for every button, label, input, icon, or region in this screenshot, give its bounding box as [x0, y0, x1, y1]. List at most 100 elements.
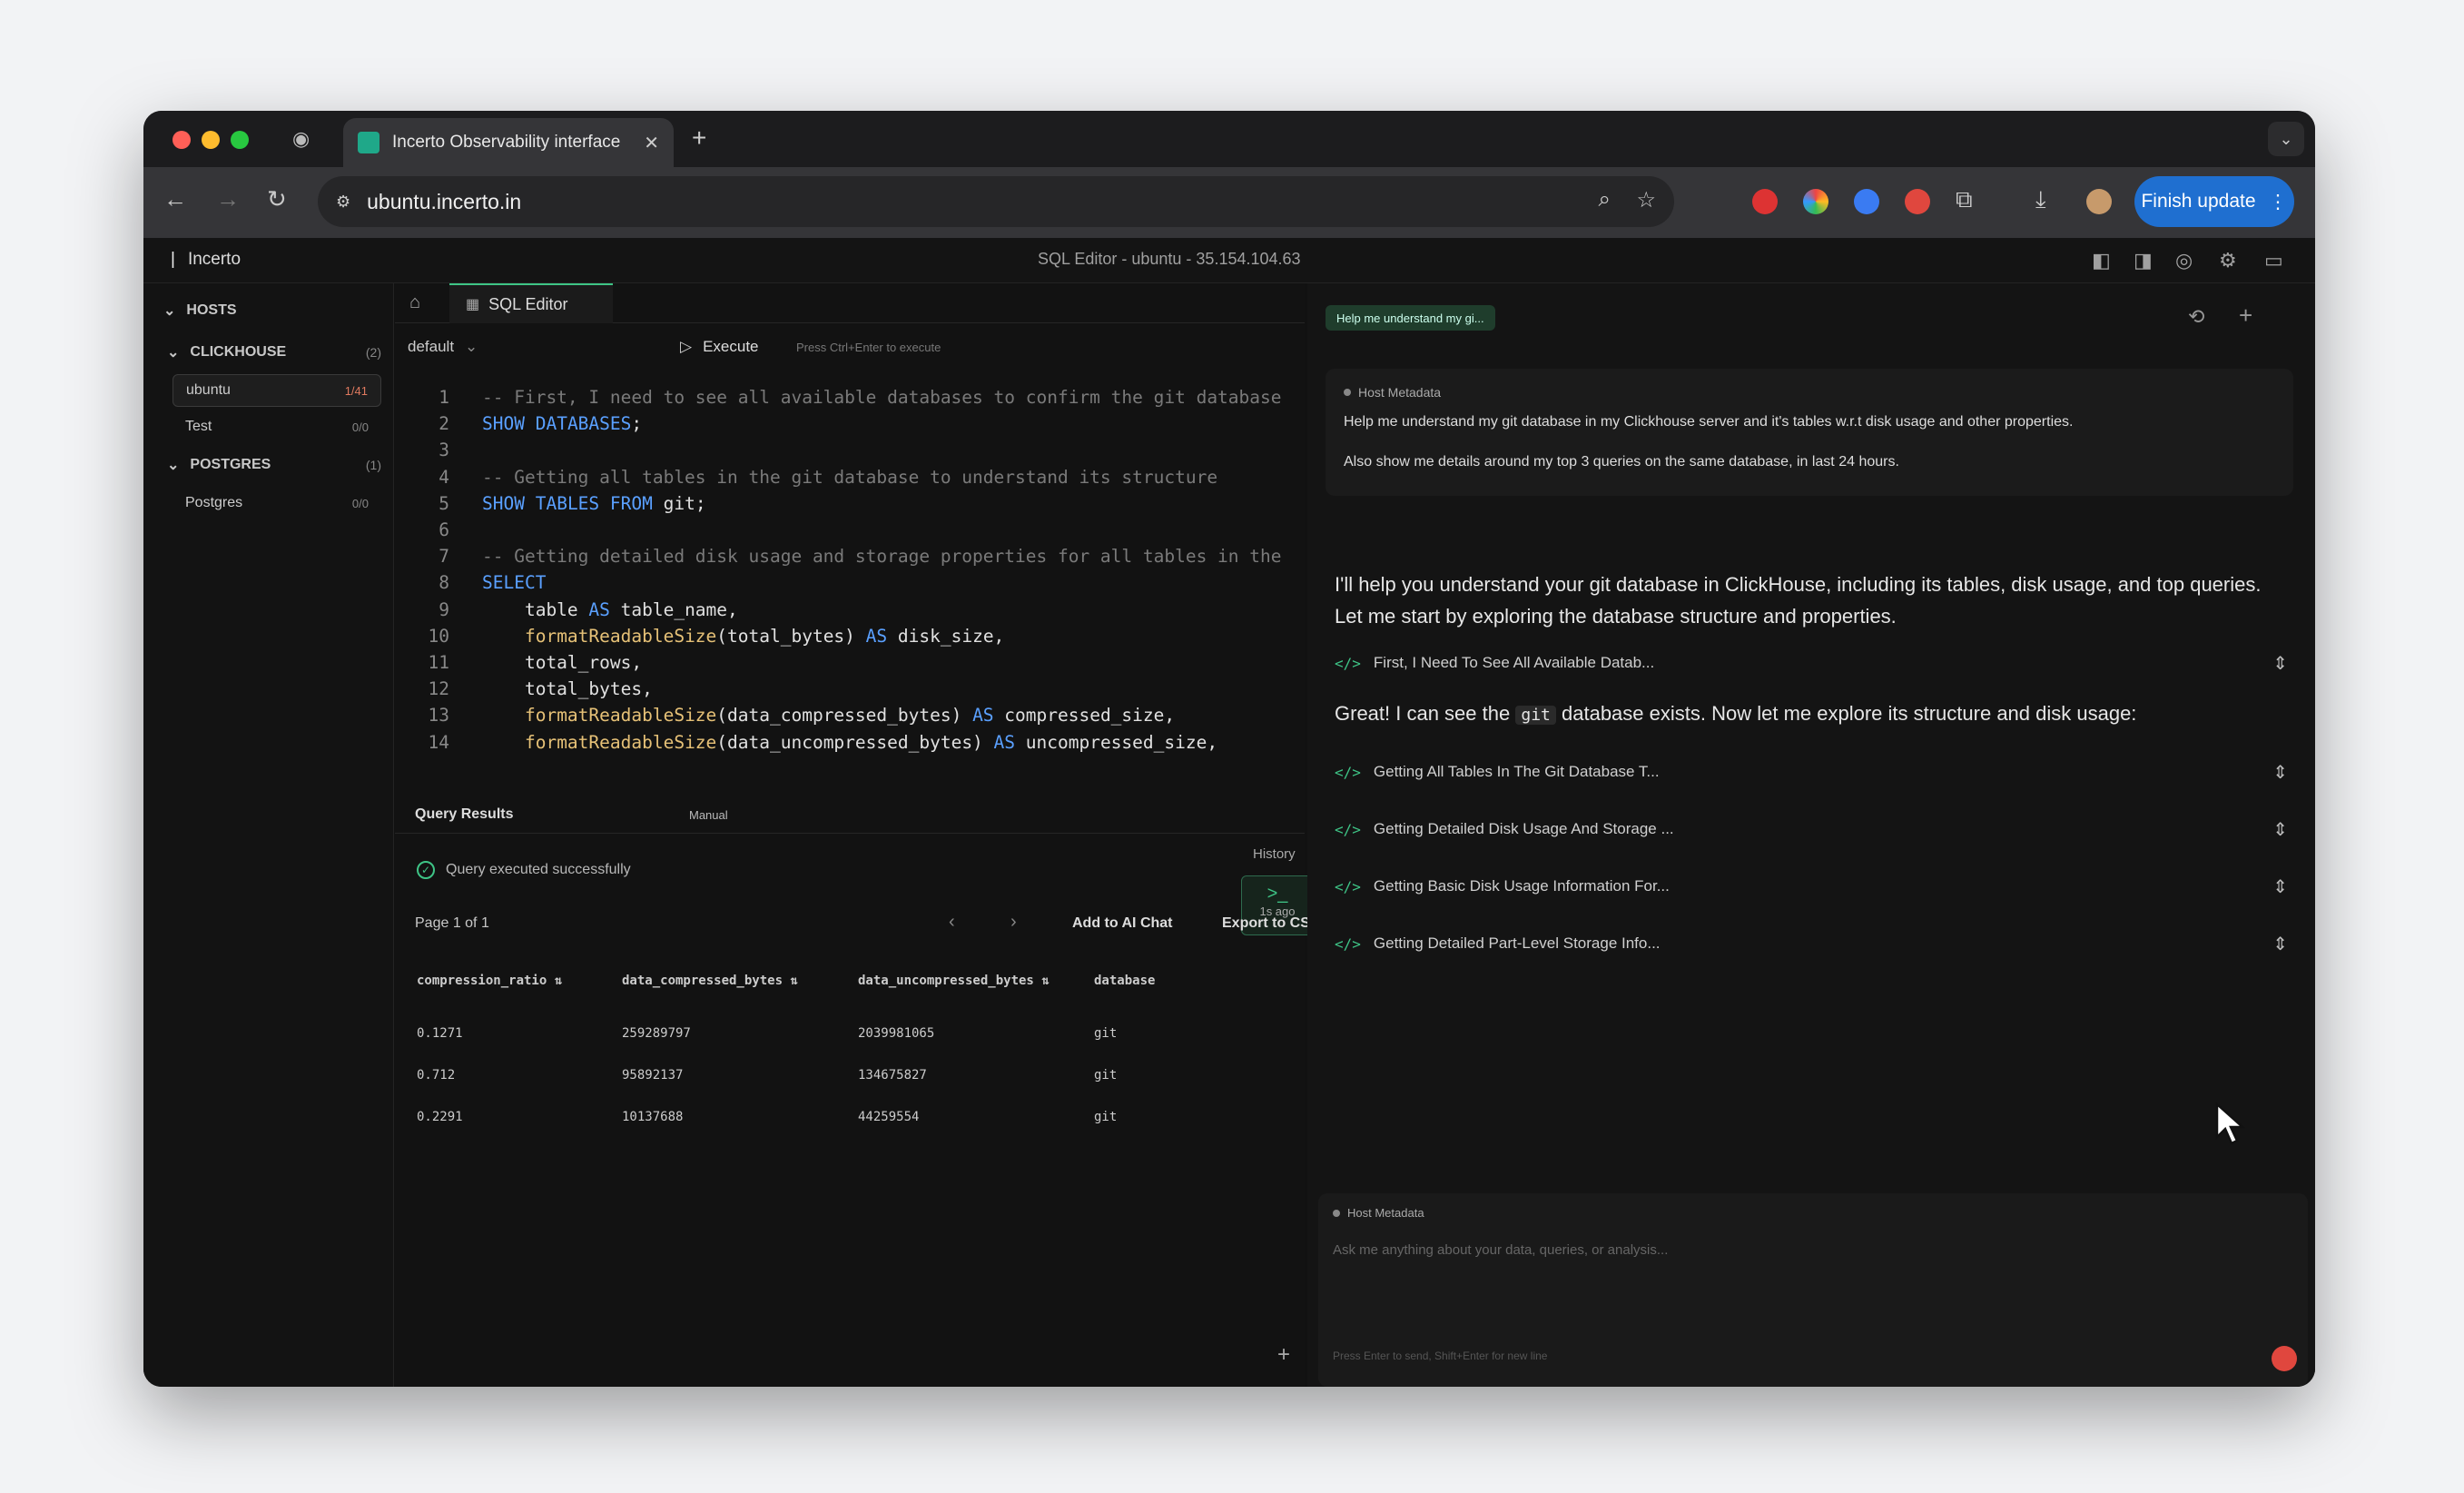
minimize-window-button[interactable] [202, 131, 220, 149]
home-icon[interactable]: ⌂ [409, 292, 420, 313]
tab-search-chevron-icon[interactable]: ⌄ [2268, 122, 2304, 156]
add-icon[interactable]: + [1277, 1342, 1290, 1368]
line-number: 1 [439, 387, 449, 408]
close-window-button[interactable] [172, 131, 191, 149]
reload-icon[interactable]: ↻ [267, 185, 287, 213]
tool-step-2[interactable]: </> Getting All Tables In The Git Databas… [1335, 756, 2288, 788]
bookmark-star-icon[interactable]: ☆ [1636, 187, 1656, 213]
next-page-icon[interactable]: › [1010, 912, 1017, 933]
more-vert-icon: ⋮ [2268, 191, 2288, 213]
tab-manual[interactable]: Manual [689, 808, 728, 822]
app-root: | Incerto SQL Editor - ubuntu - 35.154.10… [143, 238, 2315, 1387]
page-indicator: Page 1 of 1 [415, 915, 489, 931]
forward-icon[interactable]: → [216, 185, 240, 213]
check-circle-icon: ✓ [417, 861, 435, 879]
column-header-data_uncompressed_bytes[interactable]: data_uncompressed_bytes ⇅ [858, 974, 1050, 988]
input-hint: Press Enter to send, Shift+Enter for new… [1333, 1350, 1548, 1362]
pagination-bar: Page 1 of 1 ‹ › Add to AI Chat Export to… [395, 901, 1320, 946]
export-csv-button[interactable]: Export to CSV [1222, 915, 1320, 932]
line-number: 12 [428, 678, 449, 700]
tool-step-3[interactable]: </> Getting Detailed Disk Usage And Stora… [1335, 813, 2288, 845]
chat-input-placeholder[interactable]: Ask me anything about your data, queries… [1333, 1242, 1668, 1258]
column-header-database[interactable]: database [1094, 974, 1155, 988]
code-line: formatReadableSize(data_compressed_bytes… [524, 705, 1176, 727]
tool-step-1[interactable]: </> First, I Need To See All Available D… [1335, 647, 2288, 679]
record-icon[interactable]: ◉ [292, 127, 310, 151]
host-name: Postgres [185, 495, 243, 510]
line-number: 8 [439, 572, 449, 594]
zoom-icon[interactable]: ⌕ [1599, 187, 1611, 213]
extension-pdf-icon[interactable] [1905, 189, 1930, 214]
table-cell: 0.2291 [417, 1110, 463, 1124]
url-text: ubuntu.incerto.in [367, 189, 522, 213]
add-to-ai-chat-button[interactable]: Add to AI Chat [1072, 915, 1173, 932]
assistant-reply-2: Great! I can see the git database exists… [1335, 702, 2137, 725]
panel-left-icon[interactable]: ◧ [2092, 249, 2111, 272]
tool-step-5[interactable]: </> Getting Detailed Part-Level Storage I… [1335, 927, 2288, 960]
section-postgres[interactable]: ⌄ POSTGRES (1) [167, 456, 381, 474]
column-header-compression_ratio[interactable]: compression_ratio ⇅ [417, 974, 562, 988]
mouse-cursor-icon [2215, 1102, 2246, 1145]
tool-step-4[interactable]: </> Getting Basic Disk Usage Information … [1335, 870, 2288, 903]
send-icon[interactable] [2272, 1346, 2297, 1371]
url-bar[interactable]: ⚙ ubuntu.incerto.in ⌕ ☆ [318, 176, 1674, 227]
table-cell: 259289797 [622, 1026, 691, 1041]
incerto-favicon-icon [358, 132, 379, 153]
host-postgres[interactable]: Postgres 0/0 [172, 487, 381, 519]
tab-sql-editor[interactable]: ▦ SQL Editor [449, 283, 613, 323]
prev-page-icon[interactable]: ‹ [949, 912, 955, 933]
chat-session-chip[interactable]: Help me understand my gi... [1326, 305, 1495, 331]
chat-icon[interactable]: ▭ [2264, 249, 2283, 272]
hosts-header[interactable]: ⌄ HOSTS [163, 302, 378, 320]
new-chat-icon[interactable]: + [2239, 302, 2252, 330]
database-select[interactable]: default ⌄ [408, 338, 478, 356]
extension-chrome-icon[interactable] [1803, 189, 1828, 214]
code-editor[interactable]: 1 -- First, I need to see all available d… [395, 380, 1305, 779]
browser-tab[interactable]: Incerto Observability interface ✕ [343, 118, 674, 167]
close-tab-icon[interactable]: ✕ [644, 132, 659, 154]
section-clickhouse[interactable]: ⌄ CLICKHOUSE (2) [167, 343, 381, 361]
execute-label: Execute [703, 338, 759, 355]
host-count: 0/0 [351, 420, 369, 434]
extension-blue-icon[interactable] [1854, 189, 1879, 214]
sidebar: ⌄ HOSTS ⌄ CLICKHOUSE (2) ubuntu 1/41 Tes… [143, 283, 394, 1387]
chevron-down-icon: ⌄ [465, 338, 478, 355]
section-count: (1) [365, 458, 381, 472]
chevron-down-icon: ⌄ [167, 345, 180, 361]
finish-update-button[interactable]: Finish update ⋮ [2134, 176, 2294, 227]
app-brand: | Incerto [171, 250, 241, 269]
chat-input-box[interactable]: Host Metadata Ask me anything about your… [1318, 1193, 2308, 1387]
line-number: 6 [439, 519, 449, 540]
expand-icon: ⇕ [2272, 762, 2288, 783]
host-name: Test [185, 419, 212, 434]
tab-bar: ◉ Incerto Observability interface ✕ + ⌄ [143, 111, 2315, 167]
user-icon[interactable]: ◎ [2175, 249, 2193, 272]
hosts-label: HOSTS [186, 302, 237, 318]
step-label: First, I Need To See All Available Datab… [1373, 654, 1655, 671]
table-cell: 0.712 [417, 1068, 456, 1083]
execute-button[interactable]: ▷ Execute [680, 338, 759, 356]
back-icon[interactable]: ← [163, 185, 187, 213]
line-number: 14 [428, 731, 449, 753]
code-icon: </> [1335, 763, 1361, 781]
download-icon[interactable]: ⤓ [2035, 185, 2046, 214]
extension-red-icon[interactable] [1752, 189, 1778, 214]
section-name: POSTGRES [190, 457, 271, 472]
history-icon[interactable]: ⟲ [2188, 305, 2204, 329]
profile-avatar[interactable] [2086, 189, 2112, 214]
code-line: formatReadableSize(total_bytes) AS disk_… [524, 625, 1005, 647]
table-icon: ▦ [466, 297, 480, 312]
settings-gear-icon[interactable]: ⚙ [2219, 249, 2237, 272]
zoom-window-button[interactable] [231, 131, 249, 149]
extensions-puzzle-icon[interactable]: ⧉ [1956, 185, 1973, 214]
section-name: CLICKHOUSE [190, 344, 287, 360]
host-test[interactable]: Test 0/0 [172, 410, 381, 443]
column-header-data_compressed_bytes[interactable]: data_compressed_bytes ⇅ [622, 974, 798, 988]
new-tab-icon[interactable]: + [692, 124, 706, 153]
host-ubuntu[interactable]: ubuntu 1/41 [172, 374, 381, 407]
site-settings-icon[interactable]: ⚙ [336, 193, 350, 212]
app-header: | Incerto SQL Editor - ubuntu - 35.154.10… [143, 238, 2315, 283]
tab-query-results[interactable]: Query Results [415, 806, 513, 823]
panel-right-icon[interactable]: ◨ [2134, 249, 2153, 272]
ai-chat-panel: Help me understand my gi... ⟲ + Host Met… [1307, 283, 2315, 1387]
